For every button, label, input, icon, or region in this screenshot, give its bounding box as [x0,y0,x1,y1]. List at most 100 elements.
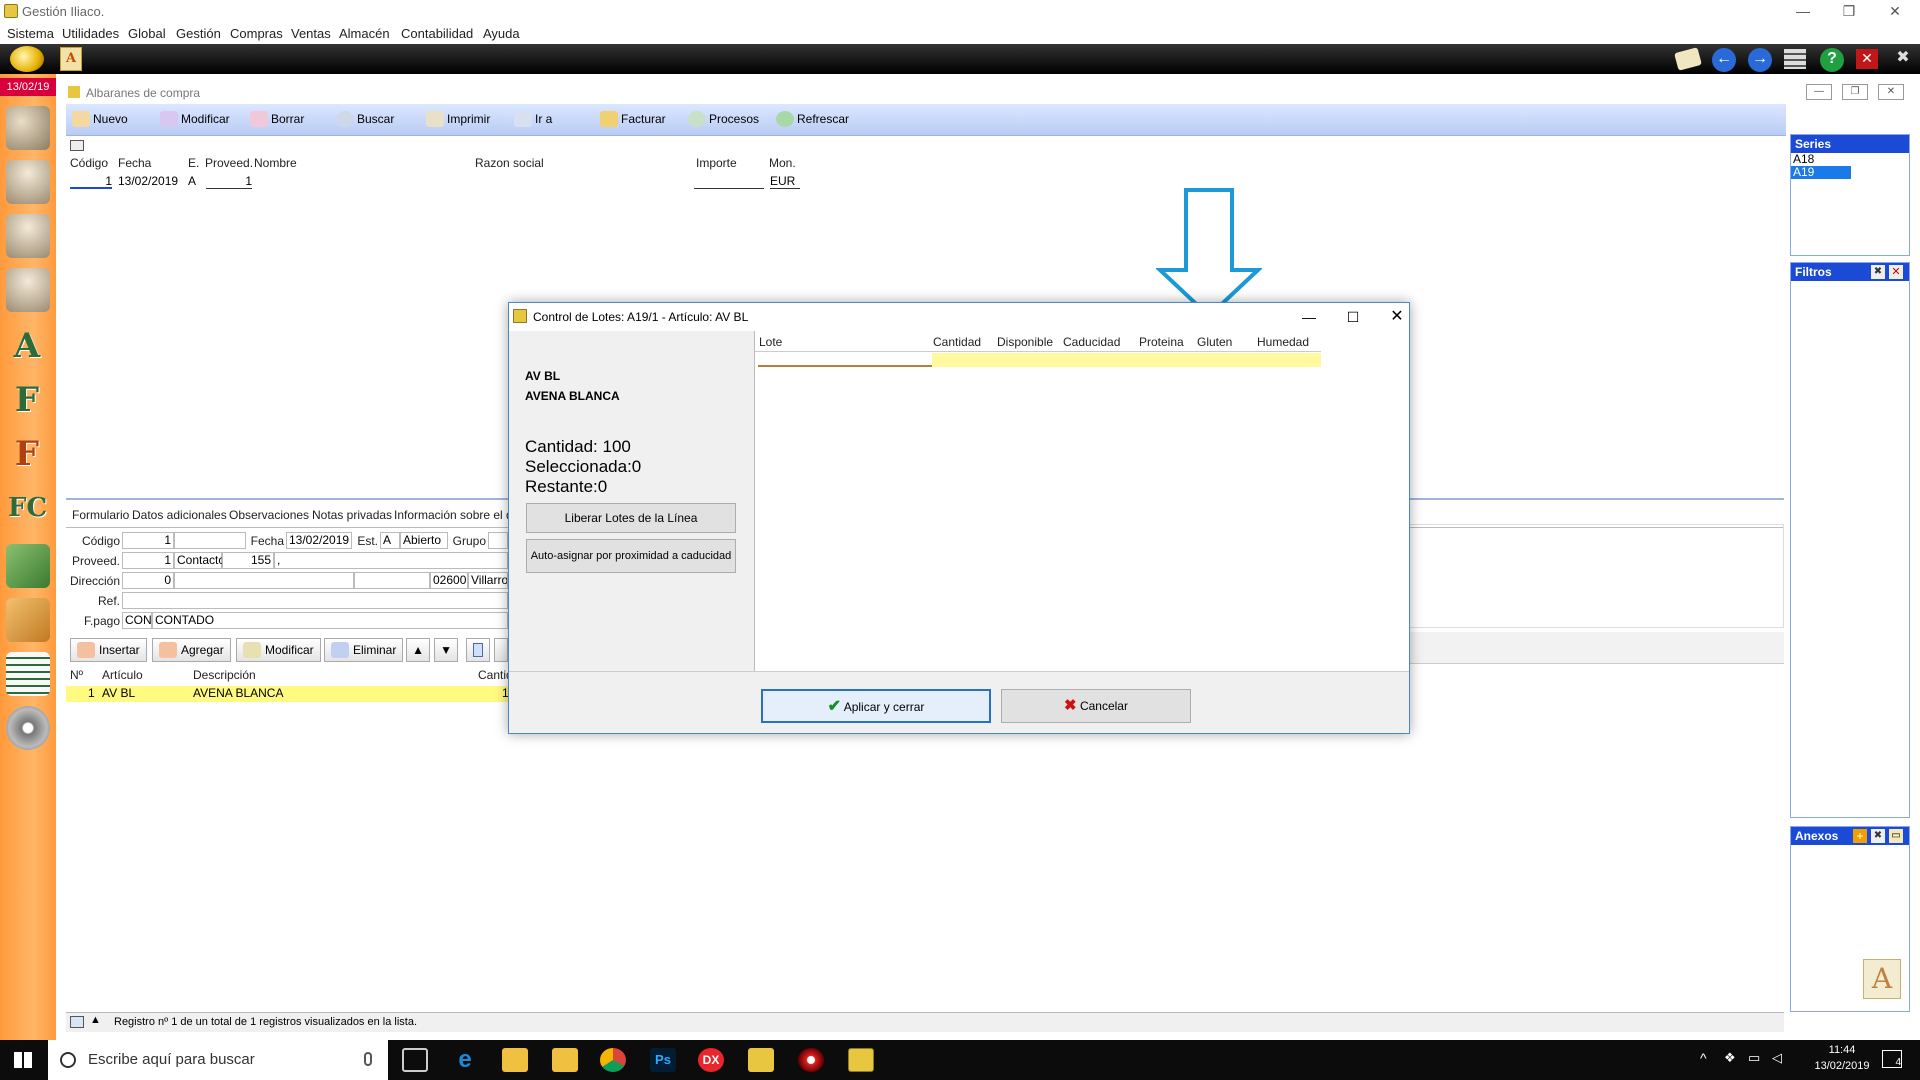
poblacion-field[interactable]: Villarrob [468,572,508,589]
clock-time[interactable]: 11:44 [1812,1044,1872,1056]
sub-minimize-button[interactable]: — [1806,84,1832,100]
dialog-close-button[interactable]: ✕ [1385,303,1409,331]
close-button[interactable]: ✕ [1872,0,1918,24]
anexo-add-icon[interactable]: + [1853,829,1867,843]
minimize-button[interactable]: — [1780,0,1826,24]
borrar-button[interactable]: Borrar [250,111,304,127]
col-e[interactable]: E. [188,156,199,170]
app-a-icon[interactable]: A [60,47,82,71]
col-nombre[interactable]: Nombre [254,156,297,170]
grid-col-gluten[interactable]: Gluten [1197,335,1232,349]
codigo-extra-field[interactable] [174,532,246,549]
modificar-line-button[interactable]: Modificar [236,638,321,662]
tab-datos-adicionales[interactable]: Datos adicionales [132,508,227,522]
tools-icon[interactable]: ✖ [1892,49,1914,69]
status-up-icon[interactable]: ▲ [90,1014,101,1026]
list-icon[interactable] [6,652,50,696]
menu-utilidades[interactable]: Utilidades [62,26,119,41]
auto-asignar-button[interactable]: Auto-asignar por proximidad a caducidad [526,539,736,573]
codigo-field[interactable]: 1 [122,532,174,549]
cancelar-button[interactable]: ✖ Cancelar [1001,689,1191,723]
cp-field[interactable]: 02600 [430,572,468,589]
chrome-icon[interactable] [600,1048,626,1072]
move-up-button[interactable]: ▲ [406,638,430,662]
letter-f-orange-icon[interactable]: F [8,432,46,476]
letter-f-icon[interactable]: F [8,378,46,422]
users-group-icon[interactable] [6,106,50,150]
col-razon-social[interactable]: Razon social [475,156,544,170]
photoshop-icon[interactable]: Ps [650,1048,676,1072]
proveed-field[interactable]: 1 [122,552,174,569]
menu-sistema[interactable]: Sistema [7,26,54,41]
ref-field[interactable] [122,592,508,609]
help-icon[interactable]: ? [1820,48,1844,72]
fpago-code-field[interactable]: CON [122,612,152,629]
col-moneda[interactable]: Mon. [769,156,796,170]
direccion-field[interactable]: 0 [122,572,174,589]
insertar-button[interactable]: Insertar [70,638,147,662]
direccion-text-field[interactable] [174,572,354,589]
direccion-extra-field[interactable] [354,572,430,589]
dialog-minimize-button[interactable]: — [1297,303,1321,331]
line-col-n[interactable]: Nº [70,668,83,682]
edge-icon[interactable]: e [452,1048,478,1072]
dx-icon[interactable]: DX [698,1048,724,1072]
menu-gestion[interactable]: Gestión [176,26,221,41]
mail-icon[interactable] [1674,47,1702,71]
move-down-button[interactable]: ▼ [434,638,458,662]
gestion-app2-icon[interactable] [848,1048,874,1072]
col-importe[interactable]: Importe [696,156,737,170]
contacto-field[interactable]: 155 [222,552,274,569]
grid-col-proteina[interactable]: Proteina [1139,335,1184,349]
notification-icon[interactable]: 4 [1882,1050,1902,1068]
user-icon[interactable] [6,160,50,204]
green-box-icon[interactable] [6,544,50,588]
menu-ayuda[interactable]: Ayuda [483,26,520,41]
letter-fc-icon[interactable]: FC [8,486,47,530]
windows-start-icon[interactable] [14,1052,32,1068]
grid-col-disponible[interactable]: Disponible [997,335,1053,349]
dialog-maximize-button[interactable]: ☐ [1341,303,1365,331]
grid-row-highlight[interactable] [932,353,1321,367]
mail-app-icon[interactable] [502,1048,528,1072]
contacto-name-field[interactable]: , [274,552,508,569]
aplicar-cerrar-button[interactable]: ✔ Aplicar y cerrar [761,689,991,723]
col-codigo[interactable]: Código [70,156,108,170]
col-fecha[interactable]: Fecha [118,156,151,170]
status-grid-icon[interactable] [70,1016,84,1028]
ir-a-button[interactable]: Ir a [514,111,552,127]
line-row[interactable]: 1 AV BL AVENA BLANCA 1 [66,686,509,702]
tray-chevron-icon[interactable]: ^ [1700,1050,1707,1066]
menu-global[interactable]: Global [128,26,166,41]
imprimir-button[interactable]: Imprimir [426,111,490,127]
grupo-field[interactable] [488,532,508,549]
filter-close-icon[interactable]: ✕ [1889,265,1903,279]
agregar-button[interactable]: Agregar [152,638,231,662]
sub-close-button[interactable]: ✕ [1878,84,1904,100]
orange-box-icon[interactable] [6,598,50,642]
sub-restore-button[interactable]: ❐ [1842,84,1868,100]
table-row[interactable]: 1 13/02/2019 A 1 EUR [66,174,800,190]
col-proveed[interactable]: Proveed. [205,156,253,170]
liberar-lotes-button[interactable]: Liberar Lotes de la Línea [526,503,736,533]
grid-lote-cell[interactable] [758,353,932,367]
est-field[interactable]: A [380,532,400,549]
series-item-a19[interactable]: A19 [1791,166,1851,179]
letter-a-icon[interactable]: A [8,324,46,368]
windows-list-icon[interactable] [1784,49,1806,69]
back-arrow-icon[interactable]: ← [1712,48,1736,72]
grid-col-lote[interactable]: Lote [759,335,782,349]
anexo-folder-icon[interactable]: ▭ [1889,829,1903,843]
grid-col-cantidad[interactable]: Cantidad [933,335,981,349]
nuevo-button[interactable]: Nuevo [72,111,128,127]
menu-almacen[interactable]: Almacén [339,26,390,41]
procesos-button[interactable]: Procesos [688,111,759,127]
task-view-icon[interactable] [402,1048,428,1072]
user-p-icon[interactable] [6,214,50,258]
network-icon[interactable]: ▭ [1748,1050,1760,1066]
restore-button[interactable]: ❐ [1826,0,1872,24]
line-col-articulo[interactable]: Artículo [102,668,143,682]
document-button[interactable] [466,638,490,662]
tab-observaciones[interactable]: Observaciones [229,508,309,522]
anexo-tool-icon[interactable]: ✖ [1871,829,1885,843]
